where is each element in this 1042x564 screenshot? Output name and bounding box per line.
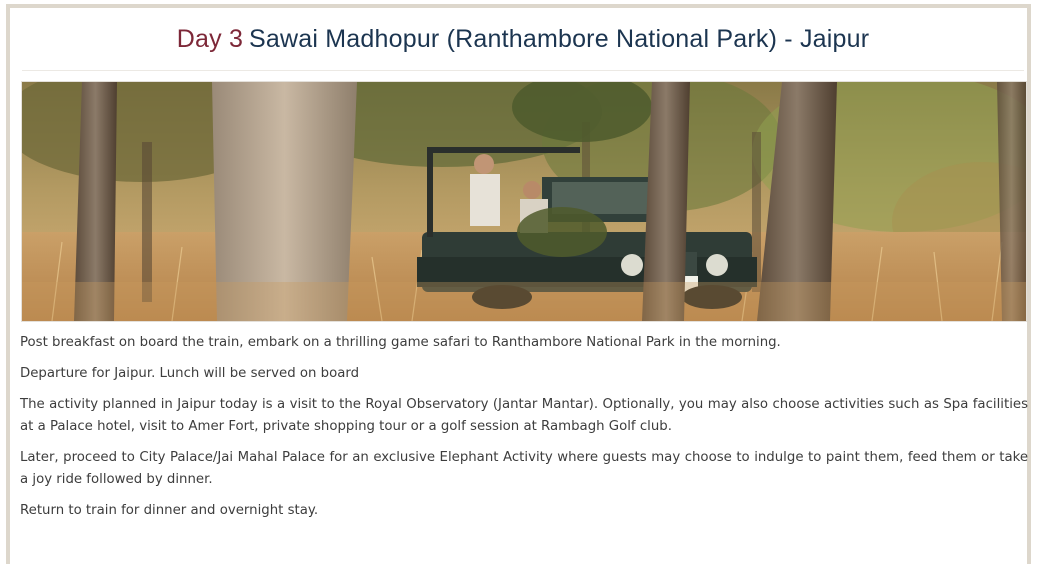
day-label: Day 3 xyxy=(176,25,244,53)
day-heading: Day 3 Sawai Madhopur (Ranthambore Nationa… xyxy=(22,8,1024,71)
route-title: Sawai Madhopur (Ranthambore National Par… xyxy=(249,25,870,53)
day-description: Post breakfast on board the train, embar… xyxy=(20,332,1028,531)
description-paragraph-3: The activity planned in Jaipur today is … xyxy=(20,397,1028,434)
itinerary-card: Day 3 Sawai Madhopur (Ranthambore Nationa… xyxy=(6,4,1031,564)
description-paragraph-4: Later, proceed to City Palace/Jai Mahal … xyxy=(20,450,1028,487)
safari-jeep-illustration xyxy=(22,82,1026,321)
safari-photo xyxy=(21,81,1027,322)
description-paragraph-1: Post breakfast on board the train, embar… xyxy=(20,335,781,350)
description-paragraph-2: Departure for Jaipur. Lunch will be serv… xyxy=(20,366,360,381)
description-paragraph-5: Return to train for dinner and overnight… xyxy=(20,503,319,518)
